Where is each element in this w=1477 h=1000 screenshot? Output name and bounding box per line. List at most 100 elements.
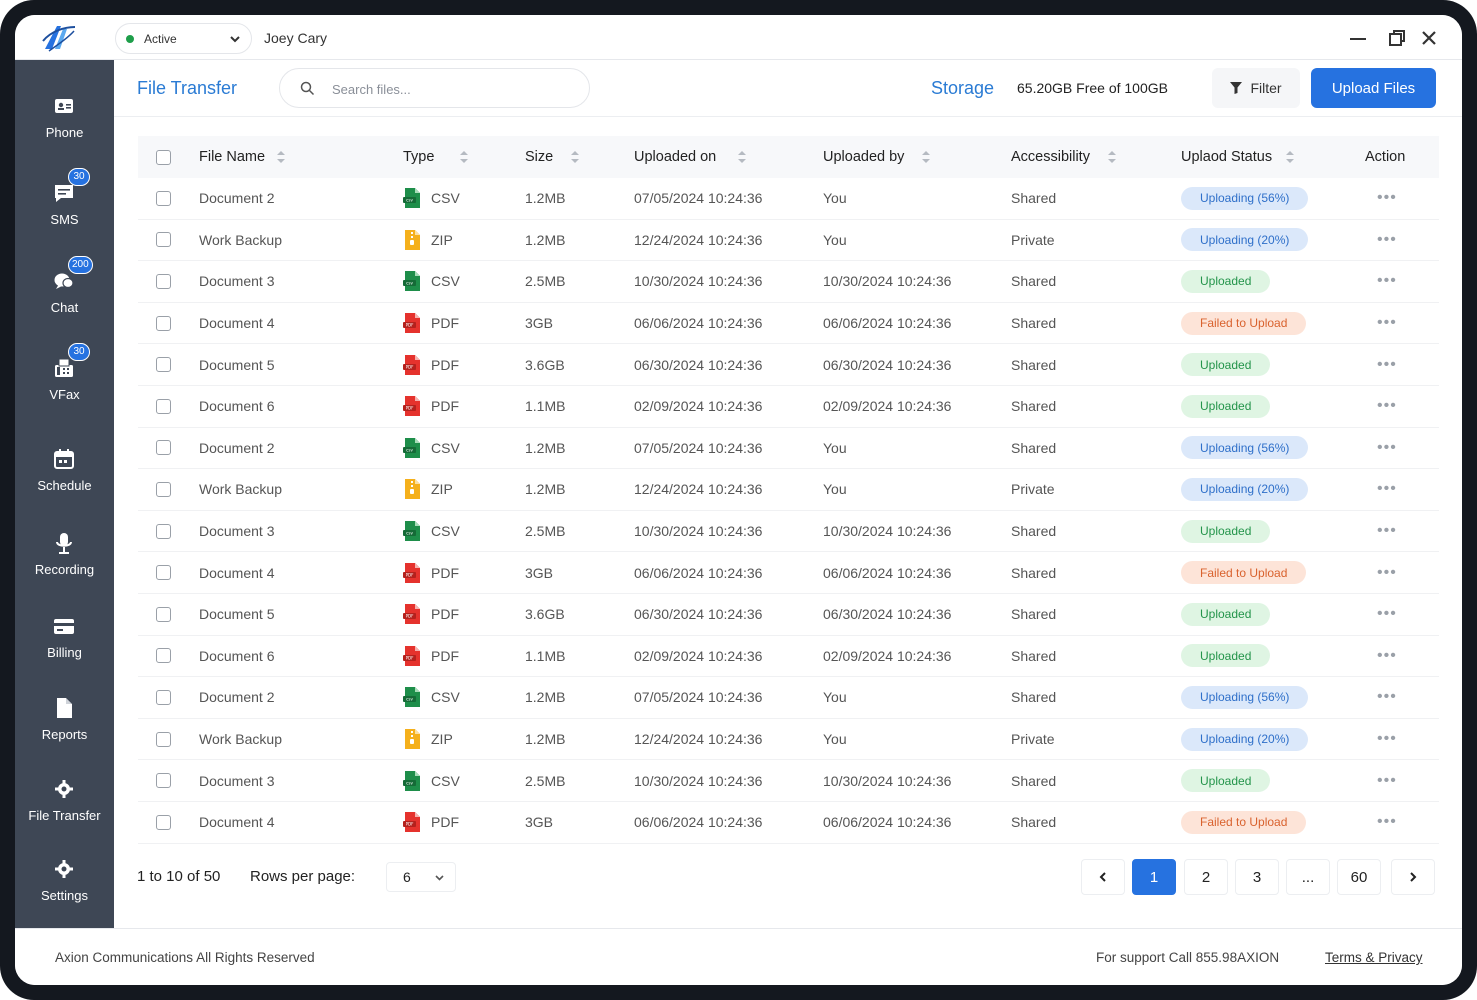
more-options-icon[interactable]: •••: [1377, 231, 1397, 247]
select-all-checkbox[interactable]: [156, 149, 171, 165]
sidebar-item-phone[interactable]: Phone: [15, 95, 114, 165]
file-name[interactable]: Document 4: [199, 552, 274, 593]
sidebar-item-sms[interactable]: 30 SMS: [15, 168, 114, 252]
table-row[interactable]: Document 3 csv CSV 2.5MB 10/30/2024 10:24:36…: [138, 511, 1439, 553]
table-row[interactable]: Document 4 PDF PDF 3GB 06/06/2024 10:24:36 06…: [138, 802, 1439, 844]
more-options-icon[interactable]: •••: [1377, 315, 1397, 331]
column-header-uploaded-by[interactable]: Uploaded by: [823, 136, 931, 178]
row-checkbox[interactable]: [156, 689, 171, 705]
table-row[interactable]: Document 2 csv CSV 1.2MB 07/05/2024 10:24:36…: [138, 677, 1439, 719]
row-checkbox[interactable]: [156, 481, 171, 497]
table-row[interactable]: Work Backup ZIP 1.2MB 12/24/2024 10:24:36 Yo…: [138, 469, 1439, 511]
table-row[interactable]: Document 6 PDF PDF 1.1MB 02/09/2024 10:24:36…: [138, 386, 1439, 428]
more-options-icon[interactable]: •••: [1377, 356, 1397, 372]
table-row[interactable]: Document 4 PDF PDF 3GB 06/06/2024 10:24:36 06…: [138, 552, 1439, 594]
row-checkbox[interactable]: [156, 648, 171, 664]
row-checkbox[interactable]: [156, 315, 171, 331]
table-row[interactable]: Document 5 PDF PDF 3.6GB 06/30/2024 10:24:36…: [138, 594, 1439, 636]
chevron-right-icon: [1410, 872, 1417, 882]
more-options-icon[interactable]: •••: [1377, 772, 1397, 788]
filter-button[interactable]: Filter: [1212, 68, 1300, 108]
page-button-3[interactable]: 3: [1235, 859, 1279, 895]
close-icon[interactable]: [1419, 28, 1439, 48]
page-button-1[interactable]: 1: [1132, 859, 1176, 895]
file-name[interactable]: Work Backup: [199, 469, 282, 510]
table-row[interactable]: Document 2 csv CSV 1.2MB 07/05/2024 10:24:36…: [138, 178, 1439, 220]
column-header-uploaded-on[interactable]: Uploaded on: [634, 136, 747, 178]
column-header-file-name[interactable]: File Name: [199, 136, 286, 178]
minimize-icon[interactable]: [1348, 28, 1368, 48]
more-options-icon[interactable]: •••: [1377, 481, 1397, 497]
row-checkbox[interactable]: [156, 398, 171, 414]
next-page-button[interactable]: [1391, 859, 1435, 895]
row-checkbox[interactable]: [156, 731, 171, 747]
row-checkbox[interactable]: [156, 814, 171, 830]
restore-icon[interactable]: [1387, 28, 1407, 48]
file-name[interactable]: Document 6: [199, 636, 274, 677]
sidebar-item-billing[interactable]: Billing: [15, 615, 114, 685]
table-row[interactable]: Document 3 csv CSV 2.5MB 10/30/2024 10:24:36…: [138, 760, 1439, 802]
table-row[interactable]: Document 4 PDF PDF 3GB 06/06/2024 10:24:36 06…: [138, 303, 1439, 345]
row-checkbox[interactable]: [156, 565, 171, 581]
page-button-2[interactable]: 2: [1184, 859, 1228, 895]
more-options-icon[interactable]: •••: [1377, 398, 1397, 414]
rows-per-page-select[interactable]: 6: [386, 862, 456, 892]
search-input[interactable]: [332, 78, 572, 100]
file-name[interactable]: Document 4: [199, 303, 274, 344]
more-options-icon[interactable]: •••: [1377, 606, 1397, 622]
file-name[interactable]: Document 5: [199, 594, 274, 635]
row-checkbox[interactable]: [156, 606, 171, 622]
file-name[interactable]: Document 3: [199, 261, 274, 302]
table-row[interactable]: Document 5 PDF PDF 3.6GB 06/30/2024 10:24:36…: [138, 344, 1439, 386]
more-options-icon[interactable]: •••: [1377, 647, 1397, 663]
table-row[interactable]: Document 6 PDF PDF 1.1MB 02/09/2024 10:24:36…: [138, 636, 1439, 678]
file-name[interactable]: Document 3: [199, 511, 274, 552]
sidebar-item-schedule[interactable]: Schedule: [15, 448, 114, 518]
more-options-icon[interactable]: •••: [1377, 523, 1397, 539]
sidebar-item-recording[interactable]: Recording: [15, 532, 114, 602]
more-options-icon[interactable]: •••: [1377, 814, 1397, 830]
row-checkbox[interactable]: [156, 440, 171, 456]
sidebar-item-vfax[interactable]: 30 VFax: [15, 343, 114, 427]
file-name[interactable]: Work Backup: [199, 719, 282, 760]
sidebar-item-chat[interactable]: 200 Chat: [15, 256, 114, 340]
column-header-accessibility[interactable]: Accessibility: [1011, 136, 1116, 178]
table-row[interactable]: Work Backup ZIP 1.2MB 12/24/2024 10:24:36 Yo…: [138, 719, 1439, 761]
row-checkbox[interactable]: [156, 773, 171, 789]
row-checkbox[interactable]: [156, 190, 171, 206]
column-header-type[interactable]: Type: [403, 136, 469, 178]
prev-page-button[interactable]: [1081, 859, 1125, 895]
more-options-icon[interactable]: •••: [1377, 731, 1397, 747]
file-name[interactable]: Document 4: [199, 802, 274, 843]
file-name[interactable]: Document 6: [199, 386, 274, 427]
table-row[interactable]: Work Backup ZIP 1.2MB 12/24/2024 10:24:36 Yo…: [138, 220, 1439, 262]
table-row[interactable]: Document 2 csv CSV 1.2MB 07/05/2024 10:24:36…: [138, 428, 1439, 470]
file-name[interactable]: Document 2: [199, 677, 274, 718]
file-name[interactable]: Document 5: [199, 344, 274, 385]
accessibility: Shared: [1011, 523, 1057, 540]
more-options-icon[interactable]: •••: [1377, 439, 1397, 455]
file-name[interactable]: Document 3: [199, 760, 274, 801]
row-checkbox[interactable]: [156, 523, 171, 539]
row-checkbox[interactable]: [156, 357, 171, 373]
more-options-icon[interactable]: •••: [1377, 273, 1397, 289]
sidebar-item-file-transfer[interactable]: File Transfer: [15, 778, 114, 848]
more-options-icon[interactable]: •••: [1377, 689, 1397, 705]
sidebar-item-settings[interactable]: Settings: [15, 858, 114, 928]
presence-status-select[interactable]: Active: [115, 23, 252, 54]
row-checkbox[interactable]: [156, 273, 171, 289]
sidebar-item-reports[interactable]: Reports: [15, 697, 114, 767]
more-options-icon[interactable]: •••: [1377, 190, 1397, 206]
column-header-size[interactable]: Size: [525, 136, 580, 178]
column-header-upload-status[interactable]: Uplaod Status: [1181, 136, 1295, 178]
upload-files-button[interactable]: Upload Files: [1311, 68, 1436, 108]
row-checkbox[interactable]: [156, 232, 171, 248]
page-ellipsis[interactable]: ...: [1286, 859, 1330, 895]
page-button-60[interactable]: 60: [1337, 859, 1381, 895]
more-options-icon[interactable]: •••: [1377, 564, 1397, 580]
table-row[interactable]: Document 3 csv CSV 2.5MB 10/30/2024 10:24:36…: [138, 261, 1439, 303]
file-name[interactable]: Document 2: [199, 178, 274, 219]
terms-privacy-link[interactable]: Terms & Privacy: [1325, 950, 1423, 965]
file-name[interactable]: Document 2: [199, 428, 274, 469]
file-name[interactable]: Work Backup: [199, 220, 282, 261]
